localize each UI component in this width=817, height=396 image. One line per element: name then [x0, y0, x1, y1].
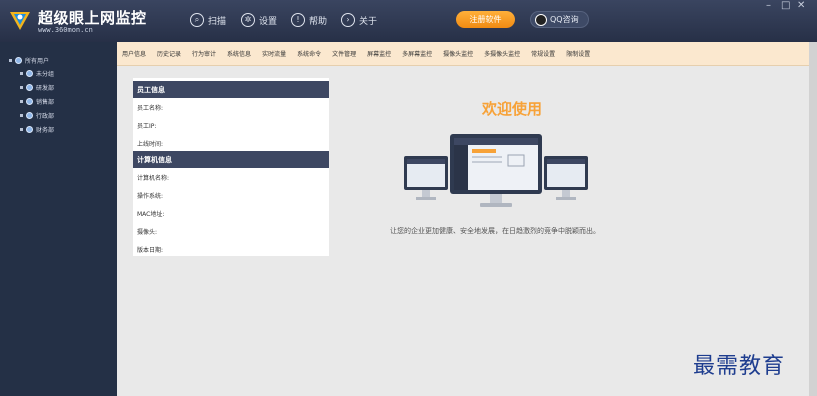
group-icon [26, 70, 33, 77]
group-icon [26, 84, 33, 91]
online-time-field: 上线时间: [137, 141, 164, 148]
tab-multi-camera-monitor[interactable]: 多摄像头监控 [484, 49, 520, 58]
tree-item-group[interactable]: 行政部 [20, 111, 54, 120]
register-button[interactable]: 注册软件 [456, 11, 515, 28]
mac-address-field: MAC地址: [137, 211, 165, 218]
group-icon [26, 126, 33, 133]
app-url: www.360mon.cn [38, 26, 93, 34]
monitors-illustration [404, 134, 588, 207]
tree-item-group[interactable]: 未分组 [20, 69, 54, 78]
app-window: 超级眼上网监控 www.360mon.cn ⌕ 扫描 ✲ 设置 ! 帮助 › 关… [0, 0, 817, 396]
welcome-slogan: 让您的企业更加健康、安全地发展，在日趋激烈的竞争中脱颖而出。 [390, 227, 600, 235]
tab-realtime-traffic[interactable]: 实时流量 [262, 49, 286, 58]
tree-root-label: 所有用户 [25, 58, 50, 65]
employee-ip-field: 员工IP: [137, 123, 157, 130]
help-label: 帮助 [309, 16, 328, 27]
group-icon [15, 57, 22, 64]
tab-restriction-settings[interactable]: 限制设置 [566, 49, 590, 58]
settings-nav[interactable]: ✲ 设置 [241, 10, 277, 30]
close-button[interactable]: ✕ [797, 0, 805, 12]
tab-system-command[interactable]: 系统命令 [297, 49, 321, 58]
group-icon [26, 98, 33, 105]
computer-name-field: 计算机名称: [137, 175, 170, 182]
group-icon [26, 112, 33, 119]
tree-item-label: 销售部 [36, 99, 55, 106]
tab-user-info[interactable]: 用户信息 [122, 49, 146, 58]
info-icon: › [341, 13, 355, 27]
tree-item-label: 行政部 [36, 113, 55, 120]
help-icon: ! [291, 13, 305, 27]
tab-history[interactable]: 历史记录 [157, 49, 181, 58]
tab-screen-monitor[interactable]: 屏幕监控 [367, 49, 391, 58]
info-panel: 员工信息 员工名称: 员工IP: 上线时间: 计算机信息 计算机名称: 操作系统… [133, 78, 329, 256]
qq-label: QQ咨询 [550, 15, 579, 24]
vertical-scrollbar[interactable] [809, 42, 817, 396]
welcome-title: 欢迎使用 [481, 100, 542, 118]
tree-item-label: 财务部 [36, 127, 55, 134]
tab-general-settings[interactable]: 常规设置 [531, 49, 555, 58]
tree-root-all-users[interactable]: 所有用户 [9, 56, 49, 65]
app-logo: 超级眼上网监控 www.360mon.cn [8, 6, 146, 38]
function-tab-bar: 用户信息 历史记录 行为审计 系统信息 实时流量 系统命令 文件管理 屏幕监控 … [117, 42, 809, 66]
computer-info-heading: 计算机信息 [133, 151, 329, 168]
expand-icon [20, 72, 23, 75]
maximize-button[interactable]: □ [781, 0, 790, 12]
camera-field: 摄像头: [137, 229, 158, 236]
tree-item-group[interactable]: 研发部 [20, 83, 54, 92]
watermark-text: 最需教育 [693, 354, 786, 379]
expand-icon [9, 59, 12, 62]
tab-multi-screen-monitor[interactable]: 多屏幕监控 [402, 49, 432, 58]
expand-icon [20, 114, 23, 117]
about-label: 关于 [359, 16, 378, 27]
gear-icon: ✲ [241, 13, 255, 27]
tree-item-label: 未分组 [36, 71, 55, 78]
tab-system-info[interactable]: 系统信息 [227, 49, 251, 58]
title-bar: 超级眼上网监控 www.360mon.cn ⌕ 扫描 ✲ 设置 ! 帮助 › 关… [0, 0, 817, 42]
qq-icon [535, 13, 547, 26]
version-date-field: 版本日期: [137, 247, 164, 254]
scan-nav[interactable]: ⌕ 扫描 [190, 10, 226, 30]
minimize-button[interactable]: – [766, 0, 771, 12]
help-nav[interactable]: ! 帮助 [291, 10, 327, 30]
eye-logo-icon [10, 12, 30, 30]
scan-label: 扫描 [208, 16, 227, 27]
tab-file-manager[interactable]: 文件管理 [332, 49, 356, 58]
expand-icon [20, 128, 23, 131]
qq-consult-button[interactable]: QQ咨询 [530, 11, 589, 28]
employee-name-field: 员工名称: [137, 105, 164, 112]
user-tree-sidebar: 所有用户 未分组 研发部 销售部 行政部 财务部 [0, 42, 117, 396]
expand-icon [20, 100, 23, 103]
about-nav[interactable]: › 关于 [341, 10, 377, 30]
tab-behavior-audit[interactable]: 行为审计 [192, 49, 216, 58]
search-icon: ⌕ [190, 13, 204, 27]
settings-label: 设置 [259, 16, 278, 27]
app-title: 超级眼上网监控 [38, 9, 147, 27]
employee-info-heading: 员工信息 [133, 81, 329, 98]
main-content: 用户信息 历史记录 行为审计 系统信息 实时流量 系统命令 文件管理 屏幕监控 … [117, 42, 809, 396]
tree-item-label: 研发部 [36, 85, 55, 92]
tree-item-group[interactable]: 财务部 [20, 125, 54, 134]
tab-camera-monitor[interactable]: 摄像头监控 [443, 49, 473, 58]
tree-item-group[interactable]: 销售部 [20, 97, 54, 106]
expand-icon [20, 86, 23, 89]
os-field: 操作系统: [137, 193, 164, 200]
